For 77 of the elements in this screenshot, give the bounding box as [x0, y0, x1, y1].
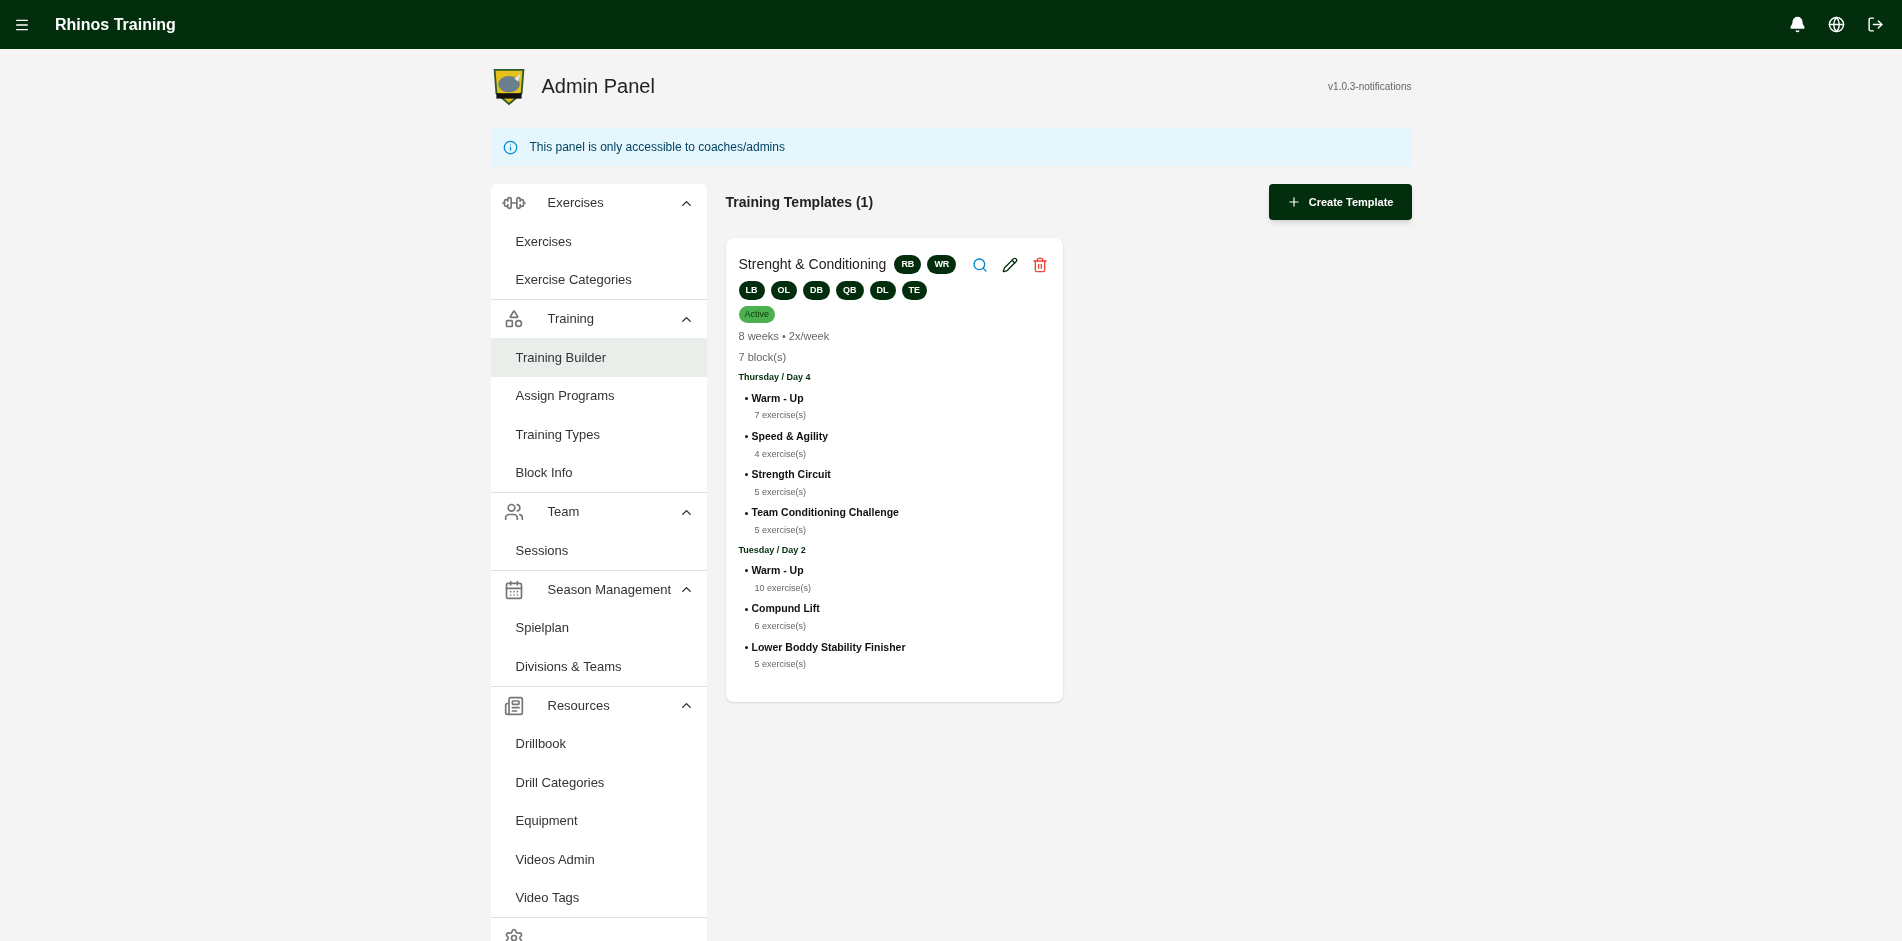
sidebar-item[interactable]: Video Tags — [490, 878, 707, 917]
logout-button[interactable] — [1867, 16, 1884, 33]
position-tag: DL — [869, 281, 896, 300]
position-tag: OL — [770, 281, 797, 300]
sidebar-item[interactable]: Equipment — [490, 801, 707, 840]
sidebar-section-header[interactable]: Exercises — [490, 184, 707, 222]
library-icon — [503, 695, 524, 716]
block-name: Team Conditioning Challenge — [751, 505, 899, 521]
sidebar-section-header[interactable]: Team — [490, 493, 707, 531]
block-name: Compund Lift — [751, 601, 820, 617]
position-tag: RB — [894, 255, 922, 274]
section-label: Training — [547, 310, 594, 329]
people-icon — [503, 502, 524, 522]
status-badge: Active — [738, 306, 775, 323]
bullet-icon — [744, 569, 748, 573]
block-name: Lower Boddy Stability Finisher — [751, 639, 906, 655]
bullet-icon — [744, 607, 748, 611]
create-template-button[interactable]: Create Template — [1268, 184, 1412, 220]
section-label: Team — [547, 503, 580, 522]
block-name: Speed & Agility — [751, 428, 829, 444]
section-label: Resources — [547, 696, 610, 715]
sidebar-item[interactable]: Training Types — [490, 415, 707, 454]
exercise-count: 4 exercise(s) — [753, 447, 807, 461]
position-tag: LB — [738, 281, 765, 300]
sidebar-item[interactable]: Drill Categories — [490, 763, 707, 802]
position-tag: WR — [927, 255, 957, 274]
search-button[interactable] — [972, 256, 989, 273]
sidebar-item[interactable]: Training Builder — [490, 338, 707, 377]
section-label: Season Management — [547, 580, 672, 599]
bullet-icon — [744, 511, 748, 515]
bullet-icon — [744, 435, 748, 439]
calendar-icon — [503, 579, 524, 600]
shapes-icon — [503, 309, 524, 329]
position-tag: TE — [901, 281, 927, 300]
notifications-button[interactable] — [1789, 16, 1806, 33]
block-name: Warm - Up — [751, 563, 804, 578]
exercise-count: 6 exercise(s) — [753, 620, 807, 633]
alert-text: This panel is only accessible to coaches/admins — [529, 139, 785, 156]
schedule-text: 8 weeks • 2x/week — [738, 329, 831, 344]
exercise-count: 5 exercise(s) — [753, 485, 807, 499]
bullet-icon — [744, 473, 748, 477]
position-tag: QB — [836, 281, 864, 300]
blocks-count: 7 block(s) — [738, 349, 788, 365]
language-button[interactable] — [1828, 16, 1845, 33]
sidebar-item[interactable]: Videos Admin — [490, 840, 707, 879]
exercise-count: 5 exercise(s) — [753, 524, 807, 537]
sidebar-item[interactable]: Assign Programs — [490, 376, 707, 415]
sidebar-item[interactable]: Exercises — [490, 222, 707, 261]
plus-icon — [1286, 195, 1301, 209]
exercise-count: 5 exercise(s) — [753, 658, 807, 672]
section-title: Training Templates (1) — [725, 192, 874, 212]
version-label: v1.0.3-notifications — [1328, 79, 1412, 94]
sidebar-section-header[interactable]: Resources — [490, 686, 707, 725]
info-icon — [502, 139, 518, 155]
page-title: Admin Panel — [541, 74, 655, 99]
sidebar-item[interactable]: Sessions — [490, 531, 707, 570]
delete-button[interactable] — [1032, 256, 1049, 273]
section-label: Exercises — [547, 194, 604, 213]
exercise-count: 10 exercise(s) — [753, 581, 813, 595]
sidebar-item[interactable]: Divisions & Teams — [490, 647, 707, 686]
sidebar-section-header[interactable]: Training — [490, 300, 707, 338]
edit-button[interactable] — [1002, 256, 1019, 273]
sidebar-item[interactable]: Spielplan — [490, 608, 707, 647]
block-name: Strength Circuit — [751, 467, 831, 482]
bullet-icon — [744, 645, 748, 649]
exercise-count: 7 exercise(s) — [753, 409, 807, 423]
block-name: Warm - Up — [751, 390, 804, 406]
sidebar-item[interactable]: Block Info — [490, 453, 707, 492]
template-name: Strenght & Conditioning — [738, 255, 887, 274]
app-title: Rhinos Training — [55, 14, 176, 35]
sidebar-item[interactable]: Exercise Categories — [490, 260, 707, 299]
sidebar-section-header[interactable]: Season Management — [490, 570, 707, 609]
bullet-icon — [744, 396, 748, 400]
sidebar-item[interactable]: Drillbook — [490, 724, 707, 763]
day-title: Tuesday / Day 2 — [738, 543, 807, 557]
day-title: Thursday / Day 4 — [738, 371, 812, 384]
position-tag: DB — [803, 281, 830, 300]
